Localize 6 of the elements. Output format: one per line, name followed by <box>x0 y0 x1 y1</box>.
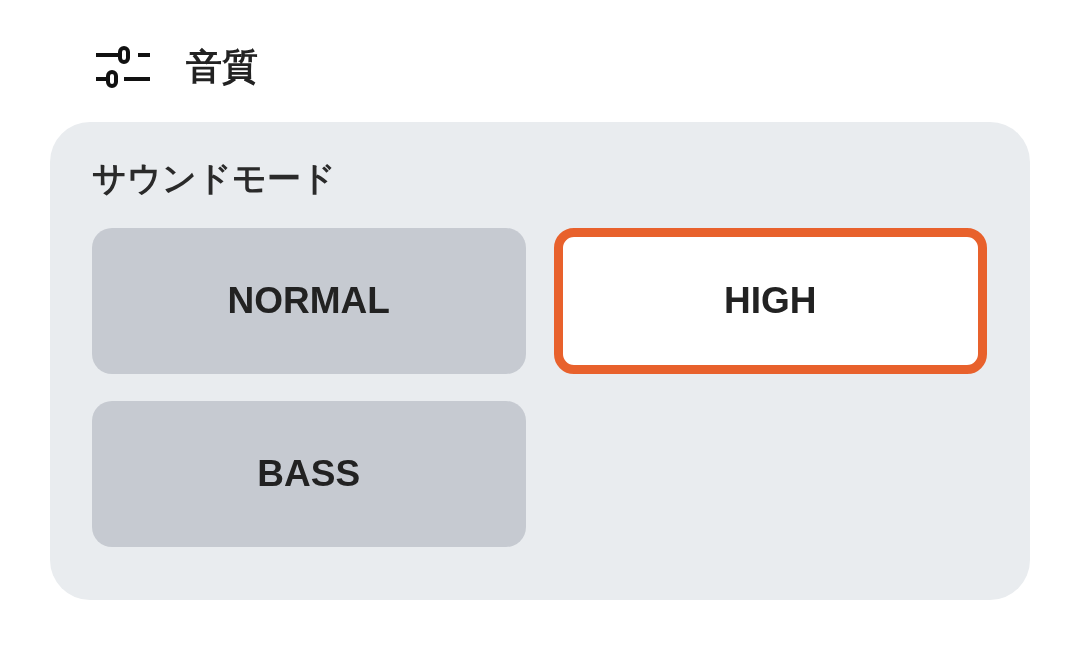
section-title: 音質 <box>186 44 258 89</box>
sliders-icon <box>96 45 150 89</box>
sound-mode-option[interactable]: HIGH <box>553 228 987 374</box>
sound-mode-option[interactable]: BASS <box>92 401 526 547</box>
sound-mode-label: サウンドモード <box>92 157 337 200</box>
sound-mode-option[interactable]: NORMAL <box>92 228 526 374</box>
